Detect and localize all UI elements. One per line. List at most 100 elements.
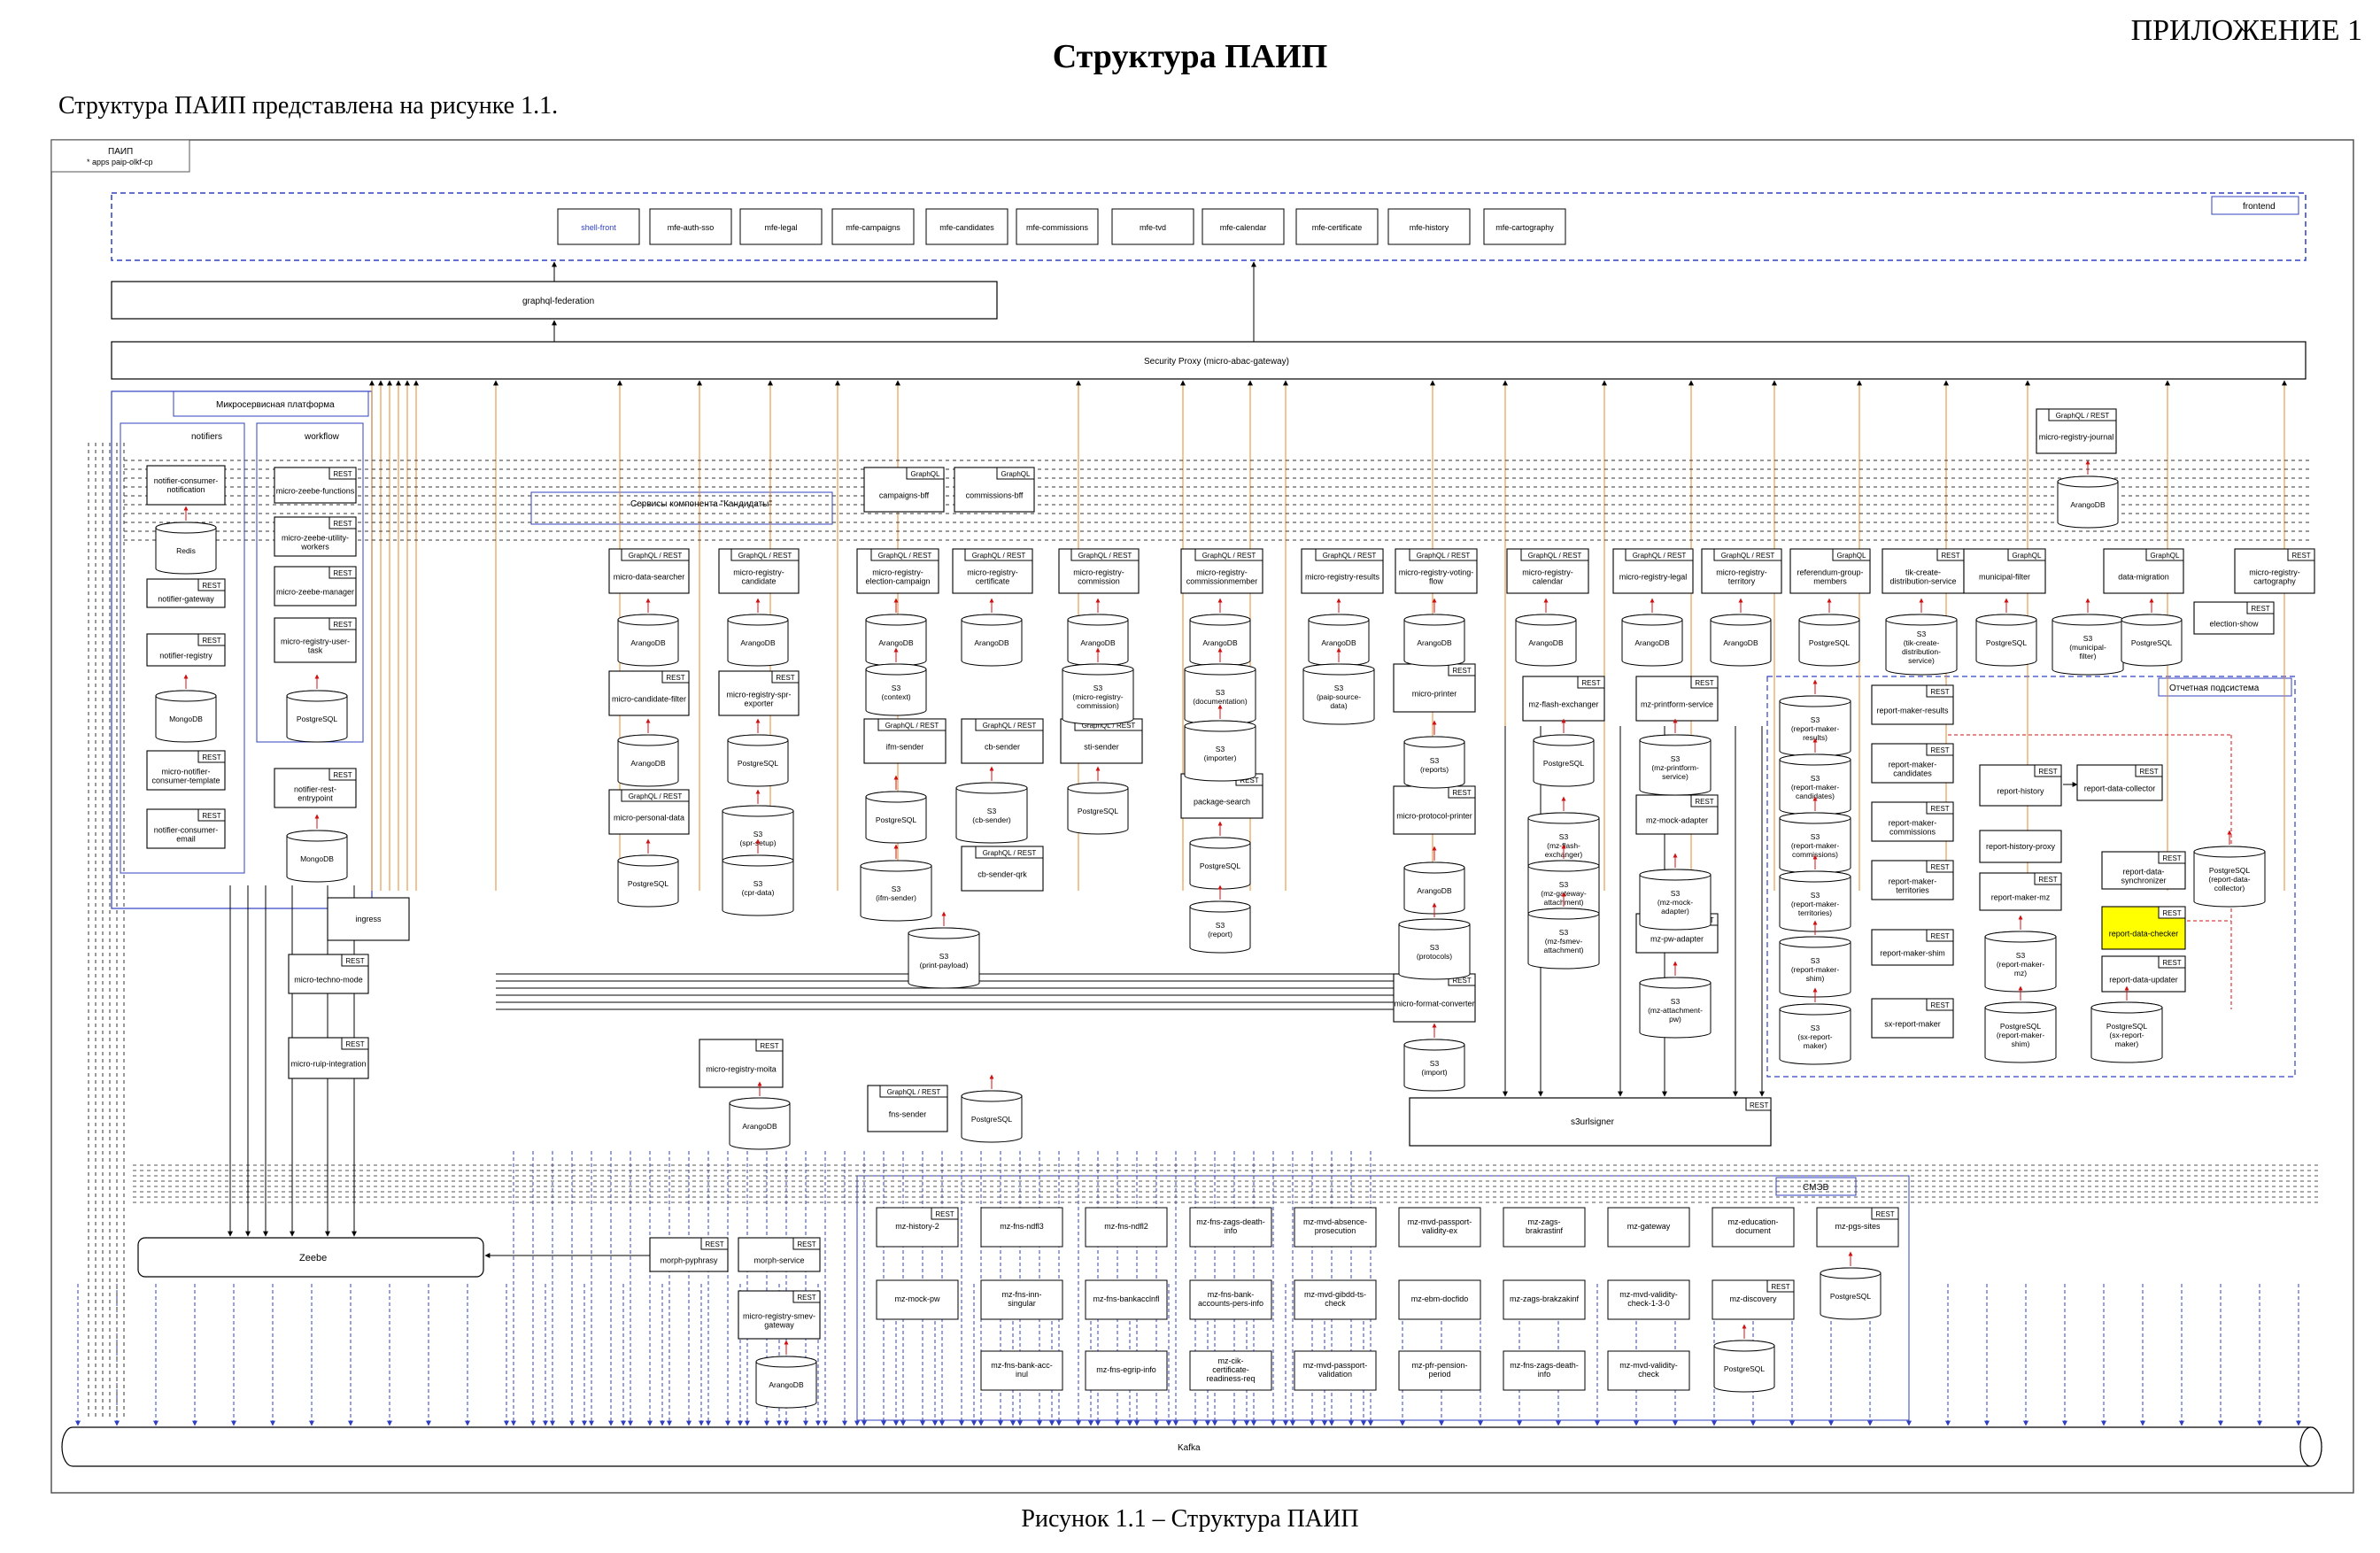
service-report-maker-mz: REST report-maker-mz xyxy=(1979,872,2062,911)
storage-postgresql: PostgreSQL xyxy=(1713,1324,1775,1393)
smev-service-mz-cik-certificate-readiness-req: mz-cik-certificate-readiness-req xyxy=(1189,1350,1272,1391)
service-tag: REST xyxy=(333,771,352,779)
service-micro-registry-voting-flow: GraphQL / RESTmicro-registry-voting-flow xyxy=(1395,548,1478,594)
smev-service-mz-education-document: mz-education-document xyxy=(1712,1207,1795,1248)
service-tag: REST xyxy=(797,1240,815,1248)
storage-label: ArangoDB xyxy=(974,638,1009,647)
service-label: report-data-updater xyxy=(2109,976,2178,985)
frontend-app-label: mfe-calendar xyxy=(1220,223,1267,232)
corner-label-line-1: ПАИП xyxy=(108,147,133,157)
storage-s3-cb-sender: S3 (cb-sender) xyxy=(955,766,1028,844)
service-label: micro-registry-commission xyxy=(1073,568,1124,586)
storage-arangodb: ArangoDB xyxy=(1403,598,1465,667)
smev-service-mz-fns-bank-accounts-pers-info: mz-fns-bank-accounts-pers-info xyxy=(1189,1279,1272,1320)
service-notifier-rest-entrypoint: REST notifier-rest-entrypoint xyxy=(274,768,357,808)
service-tag: GraphQL / REST xyxy=(1417,552,1471,560)
service-label: morph-pyphrasy xyxy=(660,1256,718,1265)
frontend-app-mfe-campaigns: mfe-campaigns xyxy=(831,208,915,245)
service-municipal-filter: GraphQL municipal-filter xyxy=(1963,548,2046,594)
frontend-app-label: mfe-cartography xyxy=(1495,223,1554,232)
smev-service-label: mz-fns-egrip-info xyxy=(1096,1365,1156,1374)
smev-service-mz-pfr-pension-period: mz-pfr-pension-period xyxy=(1398,1350,1481,1391)
smev-service-mz-pgs-sites: REST mz-pgs-sites xyxy=(1816,1207,1899,1248)
workflow-label: workflow xyxy=(304,432,340,442)
service-label: report-maker-candidates xyxy=(1889,761,1937,778)
storage-s3-report-maker-mz: S3 (report-maker-mz) xyxy=(1984,915,2057,993)
service-micro-zeebe-utility-workers: RESTmicro-zeebe-utility-workers xyxy=(274,516,357,557)
storage-postgresql: PostgreSQL xyxy=(1798,598,1860,667)
storage-label: PostgreSQL xyxy=(628,879,669,888)
storage-label: PostgreSQL xyxy=(1200,861,1241,870)
service-micro-protocol-printer: REST micro-protocol-printer xyxy=(1393,785,1476,835)
service-tag: GraphQL / REST xyxy=(1202,552,1256,560)
service-tag: REST xyxy=(345,957,364,965)
smev-service-mz-zags-brakzakinf: mz-zags-brakzakinf xyxy=(1503,1279,1586,1320)
service-label: report-history-proxy xyxy=(1986,842,2056,851)
storage-label: ArangoDB xyxy=(740,638,776,647)
kafka-bus-end xyxy=(2299,1426,2322,1467)
service-report-maker-territories: RESTreport-maker-territories xyxy=(1871,860,1954,900)
service-tag: GraphQL / REST xyxy=(887,1088,941,1096)
storage-redis: Redis xyxy=(155,506,217,575)
storage-label: ArangoDB xyxy=(1634,638,1670,647)
service-label: micro-candidate-filter xyxy=(612,695,686,704)
service-micro-registry-spr-exporter: RESTmicro-registry-spr-exporter xyxy=(718,670,800,716)
notifiers-label: notifiers xyxy=(191,432,222,442)
storage-label: MongoDB xyxy=(169,715,203,723)
storage-arangodb: ArangoDB xyxy=(1515,598,1577,667)
storage-postgresql: PostgreSQL xyxy=(961,1074,1023,1143)
storage-label: ArangoDB xyxy=(630,638,666,647)
service-tag: GraphQL xyxy=(1837,552,1866,560)
service-micro-zeebe-functions: REST micro-zeebe-functions xyxy=(274,467,357,504)
service-micro-data-searcher: GraphQL / REST micro-data-searcher xyxy=(608,548,690,594)
service-micro-registry-certificate: GraphQL / RESTmicro-registry-certificate xyxy=(952,548,1033,594)
frontend-app-mfe-history: mfe-history xyxy=(1387,208,1471,245)
storage-label: PostgreSQL xyxy=(1986,638,2028,647)
smev-service-label: mz-zags-brakrastinf xyxy=(1526,1217,1564,1235)
service-ingress: ingress xyxy=(327,897,410,941)
frontend-app-mfe-legal: mfe-legal xyxy=(739,208,823,245)
candidates-group-label: Сервисы компонента "Кандидаты" xyxy=(630,499,772,509)
storage-postgresql-report-data-collector: PostgreSQL (report-data-collector) xyxy=(2193,830,2266,908)
service-tag: REST xyxy=(1930,1001,1949,1009)
service-tag: REST xyxy=(776,674,794,682)
smev-service-label: mz-ebm-docfido xyxy=(1411,1294,1469,1303)
architecture-diagram: ПАИП * apps paip-olkf-cp frontend shell-… xyxy=(50,139,2354,1494)
storage-postgresql: PostgreSQL xyxy=(286,674,348,743)
service-data-migration: GraphQL data-migration xyxy=(2103,548,2184,594)
service-notifier-consumer-email: RESTnotifier-consumer-email xyxy=(146,808,226,849)
storage-arangodb: ArangoDB xyxy=(961,598,1023,667)
storage-label: PostgreSQL xyxy=(1724,1364,1766,1373)
service-report-maker-commissions: REST report-maker-commissions xyxy=(1871,801,1954,842)
service-tag: GraphQL / REST xyxy=(983,722,1037,730)
service-label: micro-format-converter xyxy=(1394,1000,1474,1008)
storage-arangodb: ArangoDB xyxy=(1403,846,1465,915)
service-label: data-migration xyxy=(2118,573,2169,582)
service-label: micro-personal-data xyxy=(614,814,684,823)
service-report-data-synchronizer: REST report-data-synchronizer xyxy=(2101,851,2186,890)
storage-s3-report: S3 (report) xyxy=(1189,885,1251,954)
service-tik-create-distribution-service: RESTtik-create-distribution-service xyxy=(1882,548,1965,594)
storage-s3-reports: S3 (reports) xyxy=(1403,720,1465,789)
smev-service-mz-discovery: REST mz-discovery xyxy=(1712,1279,1795,1320)
smev-service-label: mz-zags-brakzakinf xyxy=(1510,1294,1580,1303)
service-tag: REST xyxy=(333,569,352,577)
service-tag: REST xyxy=(705,1240,723,1248)
service-micro-registry-results: GraphQL / REST micro-registry-results xyxy=(1301,548,1384,594)
service-sti-sender: GraphQL / RESTsti-sender xyxy=(1060,718,1143,764)
frontend-app-mfe-auth-sso: mfe-auth-sso xyxy=(649,208,732,245)
smev-service-mz-fns-zags-death-info: mz-fns-zags-death-info xyxy=(1503,1350,1586,1391)
service-label: mz-flash-exchanger xyxy=(1528,700,1598,709)
storage-postgresql: PostgreSQL xyxy=(1189,821,1251,890)
service-micro-registry-journal: GraphQL / REST micro-registry-journal xyxy=(2036,408,2117,454)
service-label: report-history xyxy=(1997,787,2044,796)
service-label: micro-registry-legal xyxy=(1619,573,1688,582)
corner-label-line-2: * apps paip-olkf-cp xyxy=(87,158,153,166)
storage-label: PostgreSQL xyxy=(971,1115,1013,1124)
service-tag: REST xyxy=(2291,552,2310,560)
service-label: micro-notifier-consumer-template xyxy=(151,768,220,785)
storage-arangodb: ArangoDB xyxy=(727,598,789,667)
smev-service-label: mz-fns-bankacclnfl xyxy=(1093,1294,1159,1303)
storage-s3-print-payload: S3 (print-payload) xyxy=(908,911,980,989)
smev-service-mz-fns-egrip-info: mz-fns-egrip-info xyxy=(1085,1350,1168,1391)
